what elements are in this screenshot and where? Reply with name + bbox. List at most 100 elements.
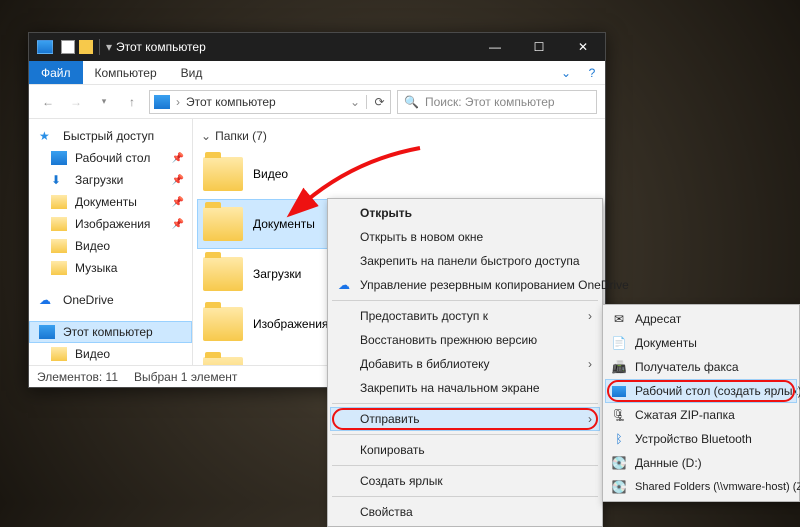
network-drive-icon: 💽 <box>611 479 627 495</box>
ctx-item-label: Адресат <box>635 312 681 326</box>
sendto-documents[interactable]: 📄 Документы <box>605 331 797 355</box>
ctx-item-label: Данные (D:) <box>635 456 702 470</box>
ctx-item-label: Рабочий стол (создать ярлык) <box>635 384 800 398</box>
ctx-copy[interactable]: Копировать <box>330 438 600 462</box>
ctx-item-label: Получатель факса <box>635 360 739 374</box>
ctx-item-label: Сжатая ZIP-папка <box>635 408 735 422</box>
ctx-add-library[interactable]: Добавить в библиотеку› <box>330 352 600 376</box>
ctx-item-label: Устройство Bluetooth <box>635 432 752 446</box>
sidebar-item-label: Этот компьютер <box>63 325 153 339</box>
tab-view[interactable]: Вид <box>169 61 215 84</box>
folder-label: Загрузки <box>253 267 301 281</box>
zip-icon: 🗜 <box>611 407 627 423</box>
breadcrumb-label: Этот компьютер <box>186 95 276 109</box>
folder-icon <box>203 207 243 241</box>
sidebar-item-label: Загрузки <box>75 173 123 187</box>
ctx-restore-prev[interactable]: Восстановить прежнюю версию <box>330 328 600 352</box>
sidebar-item-music[interactable]: Музыка <box>29 257 192 279</box>
address-bar: ← → ▾ ↑ › Этот компьютер ⌄ ⟳ 🔍 Поиск: Эт… <box>29 85 605 119</box>
folder-label: Видео <box>253 167 288 181</box>
sendto-fax[interactable]: 📠Получатель факса <box>605 355 797 379</box>
ctx-item-label: Добавить в библиотеку <box>360 357 490 371</box>
breadcrumb-dropdown-icon[interactable]: ⌄ <box>350 95 360 109</box>
ctx-separator <box>332 300 598 301</box>
breadcrumb[interactable]: › Этот компьютер ⌄ ⟳ <box>149 90 391 114</box>
tab-computer[interactable]: Компьютер <box>83 61 169 84</box>
folder-icon <box>203 357 243 365</box>
ctx-onedrive-backup[interactable]: ☁Управление резервным копированием OneDr… <box>330 273 600 297</box>
sidebar-item-label: Документы <box>75 195 137 209</box>
ctx-item-label: Закрепить на панели быстрого доступа <box>360 254 580 268</box>
ctx-create-shortcut[interactable]: Создать ярлык <box>330 469 600 493</box>
nav-back-button[interactable]: ← <box>37 91 59 113</box>
tab-file[interactable]: Файл <box>29 61 83 84</box>
status-selected: Выбран 1 элемент <box>134 370 237 384</box>
minimize-button[interactable]: ― <box>473 33 517 61</box>
sendto-bluetooth[interactable]: ᛒУстройство Bluetooth <box>605 427 797 451</box>
folder-icon <box>203 307 243 341</box>
ctx-separator <box>332 434 598 435</box>
sendto-drive-d[interactable]: 💽Данные (D:) <box>605 451 797 475</box>
status-count: Элементов: 11 <box>37 370 118 384</box>
sendto-recipient[interactable]: ✉Адресат <box>605 307 797 331</box>
nav-up-button[interactable]: ↑ <box>121 91 143 113</box>
sidebar-item-downloads[interactable]: ⬇Загрузки📌 <box>29 169 192 191</box>
downloads-icon: ⬇ <box>51 173 67 187</box>
pin-icon: 📌 <box>172 197 184 208</box>
ctx-item-label: Документы <box>635 336 697 350</box>
ctx-item-label: Управление резервным копированием OneDri… <box>360 278 629 292</box>
sidebar-item-label: Изображения <box>75 217 150 231</box>
ctx-pin-start[interactable]: Закрепить на начальном экране <box>330 376 600 400</box>
onedrive-icon: ☁ <box>336 277 352 293</box>
sidebar-item-documents[interactable]: Документы 📌 <box>29 191 192 213</box>
documents-icon: 📄 <box>611 335 627 351</box>
sidebar-item-pc-videos[interactable]: Видео <box>29 343 192 365</box>
ctx-item-label: Копировать <box>360 443 425 457</box>
sidebar-thispc[interactable]: Этот компьютер <box>29 321 192 343</box>
sidebar-item-label: Рабочий стол <box>75 151 150 165</box>
sidebar-item-pictures[interactable]: Изображения 📌 <box>29 213 192 235</box>
ctx-share[interactable]: Предоставить доступ к› <box>330 304 600 328</box>
sidebar-item-label: Видео <box>75 239 110 253</box>
sidebar-onedrive[interactable]: ☁OneDrive <box>29 289 192 311</box>
sidebar-item-label: Видео <box>75 347 110 361</box>
navigation-pane: ★ Быстрый доступ Рабочий стол📌 ⬇Загрузки… <box>29 119 193 365</box>
ctx-separator <box>332 496 598 497</box>
help-icon[interactable]: ? <box>579 61 605 84</box>
titlebar: ▾ Этот компьютер ― ☐ ✕ <box>29 33 605 61</box>
nav-forward-button[interactable]: → <box>65 91 87 113</box>
sendto-network-drive[interactable]: 💽Shared Folders (\\vmware-host) (Z:) <box>605 475 797 499</box>
sendto-submenu: ✉Адресат 📄 Документы 📠Получатель факса Ра… <box>602 304 800 502</box>
search-input[interactable]: 🔍 Поиск: Этот компьютер <box>397 90 597 114</box>
titlebar-separator <box>99 39 100 55</box>
context-menu: Открыть Открыть в новом окне Закрепить н… <box>327 198 603 527</box>
thispc-icon <box>154 95 170 109</box>
close-button[interactable]: ✕ <box>561 33 605 61</box>
ctx-item-label: Предоставить доступ к <box>360 309 488 323</box>
music-icon <box>51 261 67 275</box>
sidebar-item-videos[interactable]: Видео <box>29 235 192 257</box>
ctx-item-label: Свойства <box>360 505 413 519</box>
maximize-button[interactable]: ☐ <box>517 33 561 61</box>
sidebar-item-desktop[interactable]: Рабочий стол📌 <box>29 147 192 169</box>
qat-properties-icon[interactable] <box>61 40 75 54</box>
qat-dropdown-icon[interactable]: ▾ <box>106 40 112 54</box>
ctx-separator <box>332 403 598 404</box>
onedrive-icon: ☁ <box>39 293 55 307</box>
ctx-send-to[interactable]: Отправить› <box>330 407 600 431</box>
refresh-button[interactable]: ⟳ <box>366 95 386 109</box>
desktop-icon <box>51 151 67 165</box>
sendto-zip[interactable]: 🗜 Сжатая ZIP-папка <box>605 403 797 427</box>
chevron-down-icon: ⌄ <box>201 129 211 143</box>
pin-icon: 📌 <box>172 219 184 230</box>
nav-recent-dropdown[interactable]: ▾ <box>93 91 115 113</box>
sendto-desktop-shortcut[interactable]: Рабочий стол (создать ярлык) <box>605 379 797 403</box>
sidebar-quickaccess[interactable]: ★ Быстрый доступ <box>29 125 192 147</box>
qat-newfolder-icon[interactable] <box>79 40 93 54</box>
ctx-properties[interactable]: Свойства <box>330 500 600 524</box>
videos-icon <box>51 347 67 361</box>
ctx-item-label: Создать ярлык <box>360 474 443 488</box>
ctx-pin-quickaccess[interactable]: Закрепить на панели быстрого доступа <box>330 249 600 273</box>
ribbon-expand-icon[interactable]: ⌄ <box>553 61 579 84</box>
pictures-icon <box>51 217 67 231</box>
